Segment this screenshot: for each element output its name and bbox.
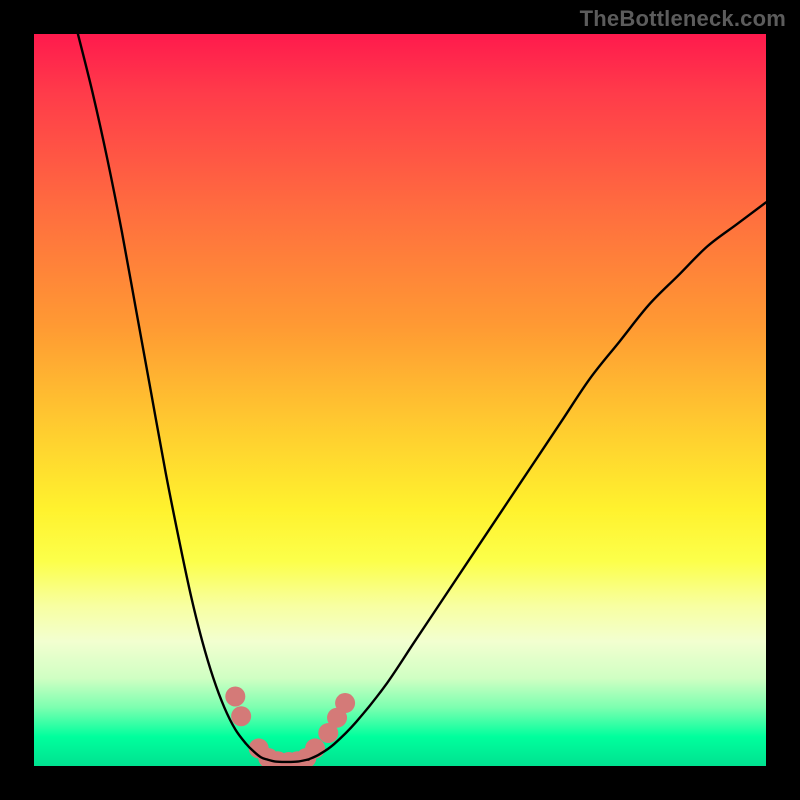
marker-dot <box>335 693 355 713</box>
watermark-text: TheBottleneck.com <box>580 6 786 32</box>
chart-svg <box>34 34 766 766</box>
bottleneck-curve <box>78 34 766 762</box>
plot-area <box>34 34 766 766</box>
line-layer <box>78 34 766 762</box>
chart-frame: TheBottleneck.com <box>0 0 800 800</box>
marker-dot <box>225 686 245 706</box>
marker-dot <box>231 706 251 726</box>
marker-layer <box>225 686 355 766</box>
